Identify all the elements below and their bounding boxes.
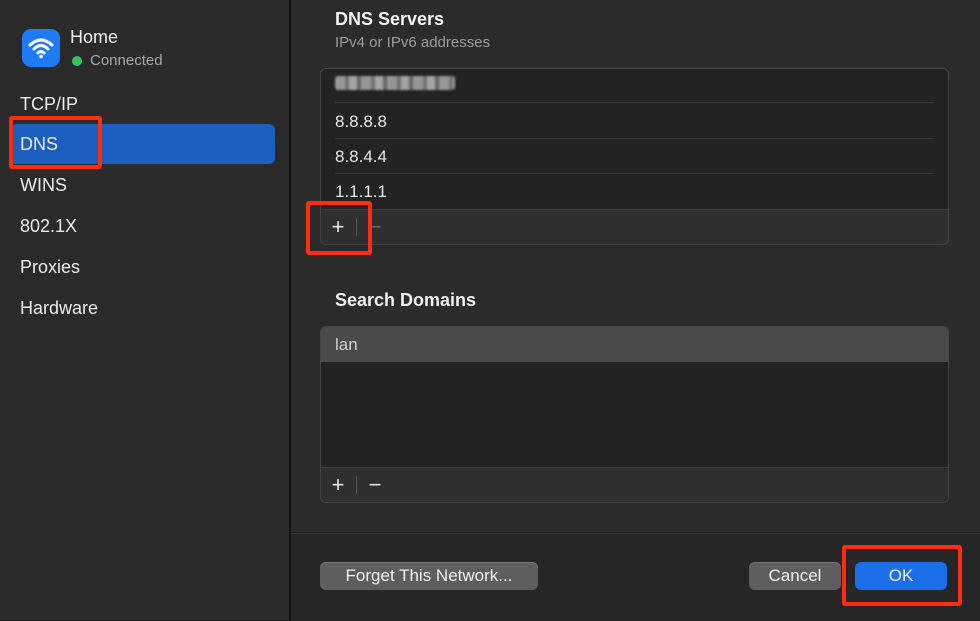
search-domains-toolbar: + − [321,467,948,502]
ok-button-highlight-box [842,545,962,606]
row-divider [335,102,934,103]
network-name: Home [70,27,119,47]
dns-server-row[interactable]: 8.8.4.4 [335,140,934,174]
sidebar-item-proxies[interactable]: Proxies [20,255,80,279]
wifi-icon [22,29,60,67]
network-status: Connected [72,52,163,69]
sidebar-item-hardware[interactable]: Hardware [20,296,98,320]
network-status-label: Connected [90,52,163,69]
search-domain-remove-button[interactable]: − [358,468,392,502]
dns-highlight-box [9,116,102,169]
cancel-button[interactable]: Cancel [749,562,841,590]
status-indicator [72,55,82,66]
search-domains-list: lan + − [320,326,949,503]
toolbar-divider [356,476,357,494]
sidebar: Home Connected TCP/IP DNS WINS 802.1X Pr… [0,0,289,620]
search-domains-title: Search Domains [335,290,477,310]
row-divider [335,173,934,174]
dns-servers-subtitle: IPv4 or IPv6 addresses [335,34,491,51]
row-divider [335,138,934,139]
sidebar-item-8021x[interactable]: 802.1X [20,214,77,238]
dns-servers-list: 8.8.8.8 8.8.4.4 1.1.1.1 + − [320,68,949,245]
search-domain-row[interactable]: lan [335,328,934,362]
sidebar-item-wins[interactable]: WINS [20,173,67,197]
dns-server-row[interactable]: 1.1.1.1 [335,175,934,209]
search-domain-add-button[interactable]: + [321,468,355,502]
redacted-dns-server[interactable] [335,76,455,90]
dns-server-row[interactable]: 8.8.8.8 [335,105,934,139]
add-button-highlight-box [306,201,372,255]
dns-servers-toolbar: + − [321,209,948,244]
forget-network-button[interactable]: Forget This Network... [320,562,538,590]
sidebar-item-tcpip[interactable]: TCP/IP [20,92,78,116]
dns-servers-title: DNS Servers [335,9,445,29]
